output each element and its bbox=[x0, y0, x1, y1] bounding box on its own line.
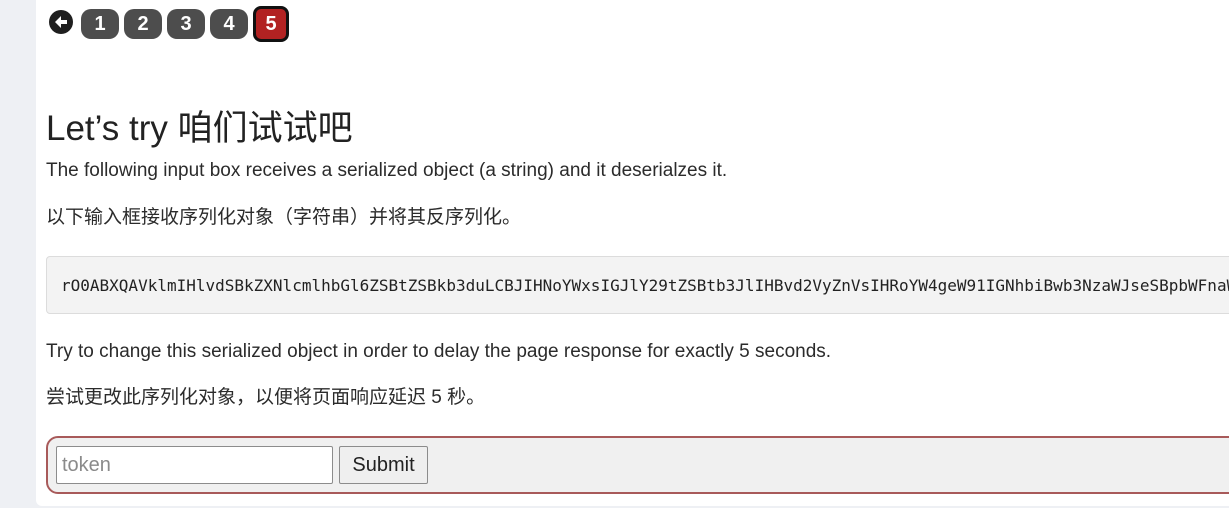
arrow-left-icon bbox=[55, 16, 67, 28]
task-text-zh: 尝试更改此序列化对象，以便将页面响应延迟 5 秒。 bbox=[46, 387, 486, 408]
task-text-en: Try to change this serialized object in … bbox=[46, 341, 832, 362]
lesson-pager: 1 2 3 4 5 bbox=[49, 6, 294, 42]
submit-button[interactable]: Submit bbox=[339, 446, 428, 484]
back-button[interactable] bbox=[49, 10, 73, 34]
page-button-2[interactable]: 2 bbox=[124, 9, 162, 39]
page-title: Let’s try 咱们试试吧 bbox=[46, 109, 353, 148]
intro-text-zh: 以下输入框接收序列化对象（字符串）并将其反序列化。 bbox=[46, 207, 522, 228]
intro-text-en: The following input box receives a seria… bbox=[46, 160, 728, 181]
serialized-object-display: rO0ABXQAVklmIHlvdSBkZXNlcmlhbGl6ZSBtZSBk… bbox=[46, 256, 1229, 314]
page-button-3[interactable]: 3 bbox=[167, 9, 205, 39]
serialized-object-text: rO0ABXQAVklmIHlvdSBkZXNlcmlhbGl6ZSBtZSBk… bbox=[61, 275, 1229, 295]
page-button-4[interactable]: 4 bbox=[210, 9, 248, 39]
page-button-1[interactable]: 1 bbox=[81, 9, 119, 39]
page-button-5-active[interactable]: 5 bbox=[253, 6, 289, 42]
token-input[interactable] bbox=[56, 446, 333, 484]
token-form: Submit bbox=[46, 436, 1229, 494]
lesson-page: 1 2 3 4 5 Let’s try 咱们试试吧 The following … bbox=[36, 0, 1229, 506]
